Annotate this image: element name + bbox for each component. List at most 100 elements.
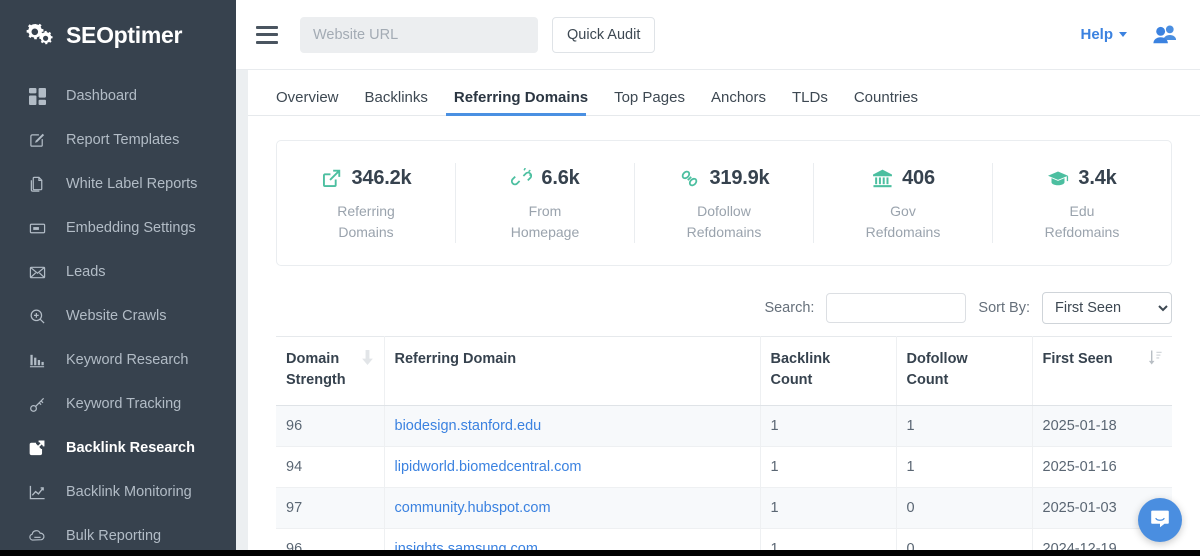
column-label: DofollowCount <box>907 349 1022 391</box>
cell-backlink-count: 1 <box>760 447 896 488</box>
table-body: 96 biodesign.stanford.edu 1 1 2025-01-18… <box>276 406 1172 556</box>
column-label: DomainStrength <box>286 349 346 391</box>
stat-label: GovRefdomains <box>822 201 984 243</box>
content-wrapper: Overview Backlinks Referring Domains Top… <box>236 70 1200 556</box>
cell-referring-domain: biodesign.stanford.edu <box>384 406 760 447</box>
sidebar: SEOptimer Dashboard Report Templates Whi… <box>0 0 236 556</box>
graduation-cap-icon <box>1047 167 1069 189</box>
domain-link[interactable]: community.hubspot.com <box>395 500 551 516</box>
sidebar-item-dashboard[interactable]: Dashboard <box>0 74 236 118</box>
domain-link[interactable]: lipidworld.biomedcentral.com <box>395 459 582 475</box>
sidebar-item-label: Embedding Settings <box>66 220 196 236</box>
quick-audit-button[interactable]: Quick Audit <box>552 17 655 53</box>
search-label: Search: <box>764 300 814 316</box>
sidebar-item-label: Website Crawls <box>66 308 166 324</box>
stats-summary-card: 346.2k ReferringDomains 6.6k FromHomepag… <box>276 140 1172 266</box>
table-controls: Search: Sort By: First Seen <box>248 266 1200 336</box>
stat-value: 319.9k <box>710 167 770 190</box>
brand-logo[interactable]: SEOptimer <box>0 0 236 70</box>
app-root: SEOptimer Dashboard Report Templates Whi… <box>0 0 1200 556</box>
sidebar-item-label: Backlink Monitoring <box>66 484 192 500</box>
table-row[interactable]: 94 lipidworld.biomedcentral.com 1 1 2025… <box>276 447 1172 488</box>
sidebar-item-leads[interactable]: Leads <box>0 250 236 294</box>
sidebar-item-white-label-reports[interactable]: White Label Reports <box>0 162 236 206</box>
tab-anchors[interactable]: Anchors <box>703 89 774 115</box>
column-label: Referring Domain <box>395 349 750 370</box>
stat-from-homepage: 6.6k FromHomepage <box>456 163 635 243</box>
tab-overview[interactable]: Overview <box>276 89 347 115</box>
stat-value: 6.6k <box>541 167 579 190</box>
stat-value: 346.2k <box>352 167 412 190</box>
sort-by-select[interactable]: First Seen <box>1042 292 1172 324</box>
sidebar-item-backlink-research[interactable]: Backlink Research <box>0 426 236 470</box>
bar-chart-icon <box>28 351 46 369</box>
table-row[interactable]: 96 biodesign.stanford.edu 1 1 2025-01-18 <box>276 406 1172 447</box>
help-dropdown[interactable]: Help <box>1080 26 1127 43</box>
domain-link[interactable]: biodesign.stanford.edu <box>395 418 542 434</box>
cell-backlink-count: 1 <box>760 488 896 529</box>
table-header-row: DomainStrength Referring Domain <box>276 337 1172 406</box>
cell-dofollow-count: 0 <box>896 488 1032 529</box>
external-link-icon <box>321 167 343 189</box>
topbar: Quick Audit Help <box>236 0 1200 70</box>
sidebar-item-embedding-settings[interactable]: Embedding Settings <box>0 206 236 250</box>
bank-icon <box>871 167 893 189</box>
tab-top-pages[interactable]: Top Pages <box>606 89 693 115</box>
column-header-referring-domain[interactable]: Referring Domain <box>384 337 760 406</box>
sidebar-item-report-templates[interactable]: Report Templates <box>0 118 236 162</box>
embed-box-icon <box>28 219 46 237</box>
chevron-down-icon <box>1119 32 1127 37</box>
tab-countries[interactable]: Countries <box>846 89 926 115</box>
referring-domains-table-wrapper: DomainStrength Referring Domain <box>248 336 1200 556</box>
hamburger-icon[interactable] <box>256 26 278 44</box>
sidebar-item-label: Dashboard <box>66 88 137 104</box>
search-plus-icon <box>28 307 46 325</box>
envelope-icon <box>28 263 46 281</box>
column-header-first-seen[interactable]: First Seen <box>1032 337 1172 406</box>
cell-backlink-count: 1 <box>760 406 896 447</box>
tab-bar: Overview Backlinks Referring Domains Top… <box>248 74 1200 116</box>
sidebar-item-label: Backlink Research <box>66 440 195 456</box>
cell-dofollow-count: 1 <box>896 447 1032 488</box>
window-bottom-edge <box>0 550 1200 556</box>
sidebar-item-keyword-tracking[interactable]: Keyword Tracking <box>0 382 236 426</box>
column-header-backlink-count[interactable]: BacklinkCount <box>760 337 896 406</box>
sidebar-item-keyword-research[interactable]: Keyword Research <box>0 338 236 382</box>
left-gutter <box>236 70 248 556</box>
sidebar-nav: Dashboard Report Templates White Label R… <box>0 70 236 556</box>
tab-tlds[interactable]: TLDs <box>784 89 836 115</box>
stat-label: ReferringDomains <box>285 201 447 243</box>
key-icon <box>28 395 46 413</box>
sort-by-label: Sort By: <box>978 300 1030 316</box>
stat-value: 406 <box>902 167 935 190</box>
broken-link-icon <box>510 167 532 189</box>
cell-domain-strength: 94 <box>276 447 384 488</box>
help-label: Help <box>1080 26 1113 43</box>
column-header-dofollow-count[interactable]: DofollowCount <box>896 337 1032 406</box>
sidebar-item-label: White Label Reports <box>66 176 197 192</box>
stat-label: DofollowRefdomains <box>643 201 805 243</box>
column-header-domain-strength[interactable]: DomainStrength <box>276 337 384 406</box>
copy-documents-icon <box>28 175 46 193</box>
content-panel: Overview Backlinks Referring Domains Top… <box>248 70 1200 556</box>
stat-label: EduRefdomains <box>1001 201 1163 243</box>
cell-first-seen: 2025-01-18 <box>1032 406 1172 447</box>
column-label: BacklinkCount <box>771 349 886 391</box>
sidebar-item-label: Report Templates <box>66 132 179 148</box>
sidebar-item-backlink-monitoring[interactable]: Backlink Monitoring <box>0 470 236 514</box>
chat-launcher-button[interactable] <box>1138 498 1182 542</box>
search-input[interactable] <box>826 293 966 323</box>
stat-gov-refdomains: 406 GovRefdomains <box>814 163 993 243</box>
users-icon[interactable] <box>1151 23 1178 47</box>
website-url-input[interactable] <box>300 17 538 53</box>
stat-edu-refdomains: 3.4k EduRefdomains <box>993 163 1171 243</box>
tab-backlinks[interactable]: Backlinks <box>357 89 436 115</box>
sidebar-item-website-crawls[interactable]: Website Crawls <box>0 294 236 338</box>
table-row[interactable]: 97 community.hubspot.com 1 0 2025-01-03 <box>276 488 1172 529</box>
main-area: Quick Audit Help Overview <box>236 0 1200 556</box>
sidebar-item-label: Keyword Research <box>66 352 189 368</box>
arrow-down-icon <box>361 350 374 372</box>
stat-referring-domains: 346.2k ReferringDomains <box>277 163 456 243</box>
tab-referring-domains[interactable]: Referring Domains <box>446 89 596 115</box>
stat-dofollow-refdomains: 319.9k DofollowRefdomains <box>635 163 814 243</box>
